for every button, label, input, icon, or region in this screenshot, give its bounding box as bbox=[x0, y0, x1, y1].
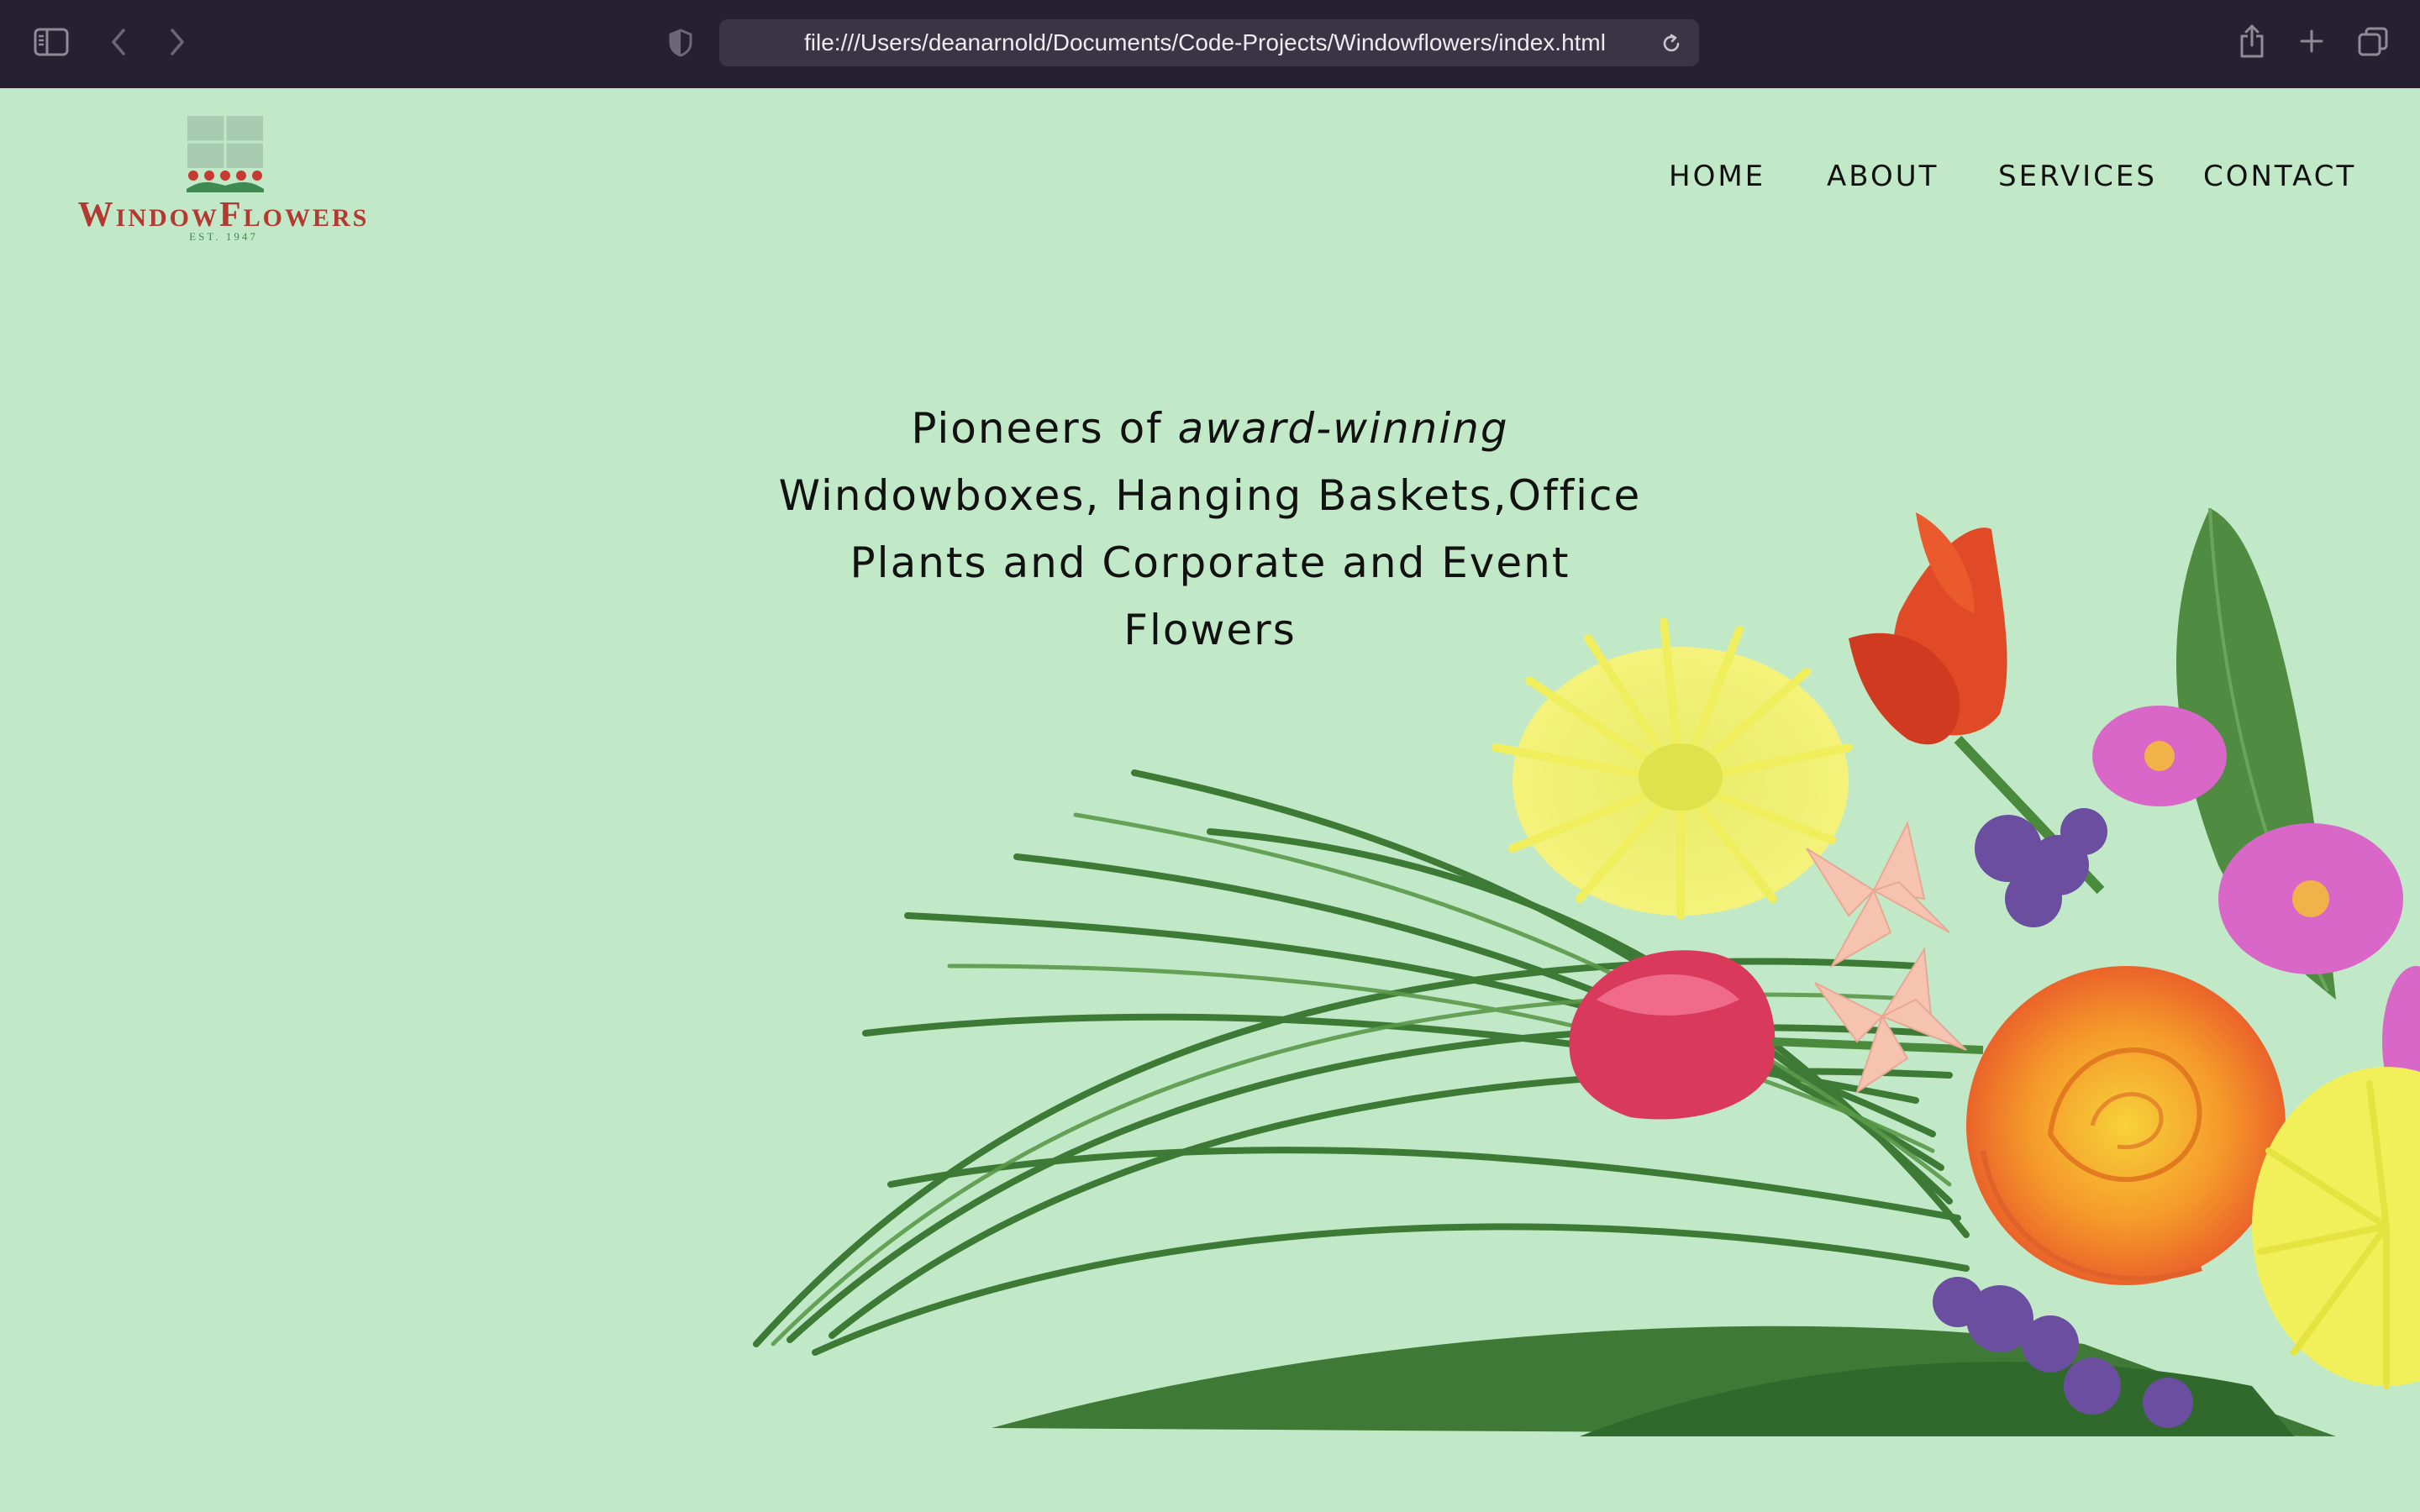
logo-established: EST. 1947 bbox=[189, 230, 258, 243]
hero-line-2: Windowboxes, Hanging Baskets,Office bbox=[778, 471, 1642, 520]
main-nav: HOME ABOUT SERVICES CONTACT bbox=[0, 160, 2420, 202]
share-icon[interactable] bbox=[2237, 22, 2267, 60]
forward-button[interactable] bbox=[163, 25, 192, 59]
reload-icon[interactable] bbox=[1659, 31, 1684, 56]
tab-overview-icon[interactable] bbox=[2356, 25, 2390, 59]
nav-contact[interactable]: CONTACT bbox=[2203, 160, 2356, 193]
hero-line-4: Flowers bbox=[1123, 606, 1297, 654]
hero-headline: Pioneers of award-winning Windowboxes, H… bbox=[756, 395, 1664, 664]
nav-services[interactable]: SERVICES bbox=[1998, 160, 2157, 193]
nav-about[interactable]: ABOUT bbox=[1827, 160, 1939, 193]
sidebar-toggle-icon[interactable] bbox=[32, 25, 71, 59]
hero-emphasis: award-winning bbox=[1177, 404, 1509, 453]
hero-line-3: Plants and Corporate and Event bbox=[850, 538, 1570, 587]
chevron-right-icon bbox=[171, 29, 184, 55]
back-button[interactable] bbox=[104, 25, 133, 59]
address-bar[interactable]: file:///Users/deanarnold/Documents/Code-… bbox=[719, 19, 1699, 66]
nav-home[interactable]: HOME bbox=[1669, 160, 1765, 193]
shield-icon[interactable] bbox=[667, 27, 694, 59]
plus-icon[interactable] bbox=[2297, 27, 2326, 55]
hero-line-1: Pioneers of award-winning bbox=[756, 395, 1664, 462]
hero-line-1-prefix: Pioneers of bbox=[911, 404, 1178, 453]
browser-toolbar: file:///Users/deanarnold/Documents/Code-… bbox=[0, 0, 2420, 88]
url-text[interactable]: file:///Users/deanarnold/Documents/Code-… bbox=[719, 19, 1649, 66]
chevron-left-icon bbox=[112, 29, 125, 55]
